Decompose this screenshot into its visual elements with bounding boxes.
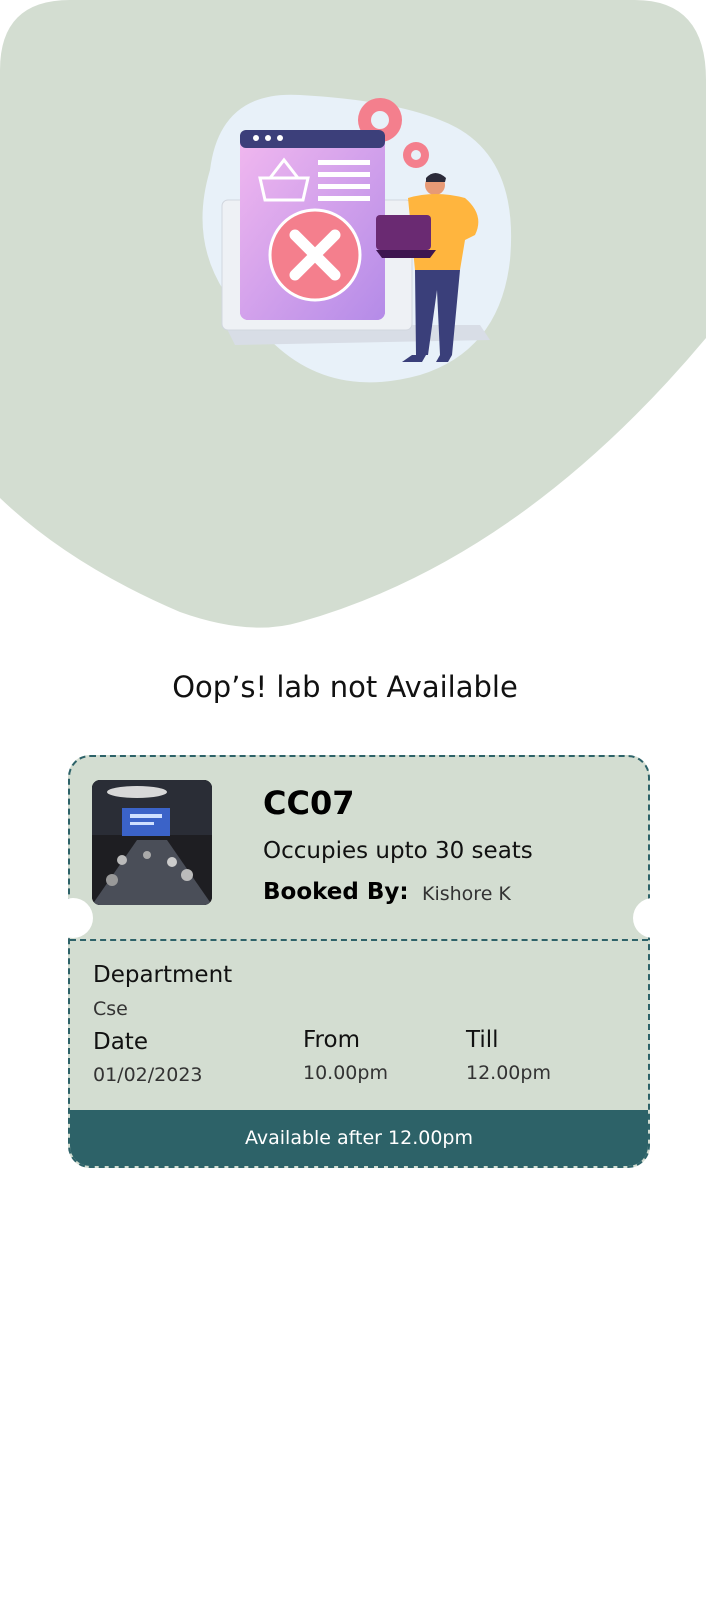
- booked-by-label: Booked By:: [263, 879, 409, 905]
- ticket-notch-left: [53, 898, 93, 938]
- lab-capacity: Occupies upto 30 seats: [263, 838, 533, 864]
- booked-by-value: Kishore K: [422, 883, 511, 905]
- lab-code: CC07: [263, 784, 355, 822]
- lab-booking-ticket: CC07 Occupies upto 30 seats Booked By: K…: [68, 755, 650, 1168]
- lab-thumbnail-image: [92, 780, 212, 905]
- date-value: 01/02/2023: [93, 1064, 203, 1086]
- date-label: Date: [93, 1029, 148, 1055]
- till-value: 12.00pm: [466, 1062, 551, 1084]
- department-label: Department: [93, 962, 233, 988]
- unavailable-illustration: [202, 94, 512, 383]
- ticket-notch-right: [633, 898, 673, 938]
- ticket-tear-line: [70, 939, 648, 941]
- availability-status-bar: Available after 12.00pm: [70, 1110, 648, 1166]
- till-label: Till: [466, 1027, 499, 1053]
- from-value: 10.00pm: [303, 1062, 388, 1084]
- department-value: Cse: [93, 998, 128, 1020]
- from-label: From: [303, 1027, 360, 1053]
- unavailable-message: Oop’s! lab not Available: [172, 670, 518, 704]
